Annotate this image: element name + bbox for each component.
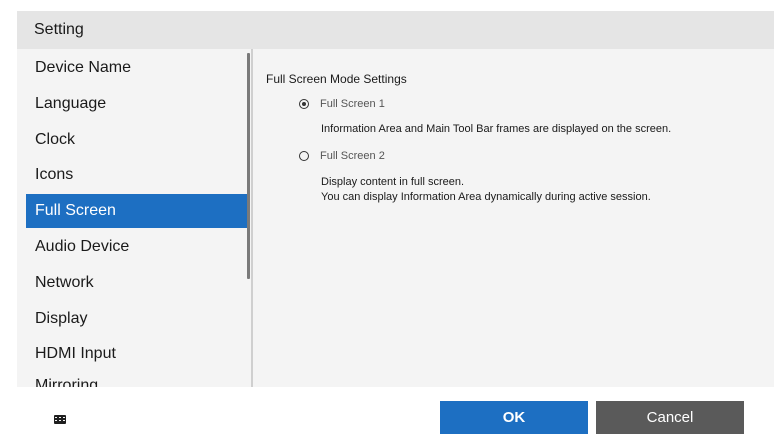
- sidebar-item-label: Audio Device: [35, 238, 130, 255]
- sidebar-item-clock[interactable]: Clock: [26, 123, 248, 157]
- sidebar-item-label: Network: [35, 274, 94, 291]
- sidebar-item-label: Mirroring: [35, 377, 99, 387]
- option-label: Full Screen 2: [320, 150, 385, 162]
- option-full-screen-1[interactable]: Full Screen 1: [299, 98, 385, 110]
- settings-sidebar: Device Name Language Clock Icons Full Sc…: [17, 49, 251, 387]
- sidebar-item-icons[interactable]: Icons: [26, 158, 248, 192]
- sidebar-item-label: Clock: [35, 131, 76, 148]
- sidebar-item-label: Icons: [35, 166, 74, 183]
- dialog-title-bar: Setting: [17, 11, 774, 49]
- sidebar-item-display[interactable]: Display: [26, 302, 248, 336]
- sidebar-item-mirroring[interactable]: Mirroring: [26, 377, 248, 387]
- dialog-footer: OK Cancel: [17, 387, 774, 439]
- option-description: Information Area and Main Tool Bar frame…: [321, 122, 671, 137]
- cancel-button[interactable]: Cancel: [596, 401, 744, 434]
- sidebar-item-label: Full Screen: [35, 202, 116, 219]
- description-line: Information Area and Main Tool Bar frame…: [321, 123, 672, 135]
- sidebar-item-full-screen[interactable]: Full Screen: [26, 194, 248, 228]
- radio-unchecked-icon[interactable]: [299, 151, 309, 161]
- section-title: Full Screen Mode Settings: [266, 72, 407, 86]
- keyboard-icon[interactable]: [54, 415, 66, 424]
- sidebar-item-network[interactable]: Network: [26, 266, 248, 300]
- option-full-screen-2[interactable]: Full Screen 2: [299, 150, 385, 162]
- ok-button[interactable]: OK: [440, 401, 588, 434]
- sidebar-item-hdmi-input[interactable]: HDMI Input: [26, 337, 248, 371]
- sidebar-item-label: Display: [35, 310, 88, 327]
- sidebar-item-label: HDMI Input: [35, 345, 116, 362]
- sidebar-item-language[interactable]: Language: [26, 87, 248, 121]
- sidebar-scrollbar[interactable]: [247, 53, 250, 279]
- radio-checked-icon[interactable]: [299, 99, 309, 109]
- option-description: Display content in full screen. You can …: [321, 175, 651, 205]
- description-line: Display content in full screen.: [321, 176, 465, 188]
- description-line: You can display Information Area dynamic…: [321, 191, 651, 203]
- panel-divider: [251, 49, 253, 387]
- sidebar-item-audio-device[interactable]: Audio Device: [26, 230, 248, 264]
- settings-dialog: Setting Device Name Language Clock Icons…: [0, 0, 774, 439]
- sidebar-item-label: Language: [35, 95, 107, 112]
- dialog-title: Setting: [34, 21, 84, 38]
- dialog-body: Device Name Language Clock Icons Full Sc…: [17, 49, 774, 387]
- option-label: Full Screen 1: [320, 98, 385, 110]
- sidebar-item-device-name[interactable]: Device Name: [26, 51, 248, 85]
- sidebar-item-label: Device Name: [35, 59, 132, 76]
